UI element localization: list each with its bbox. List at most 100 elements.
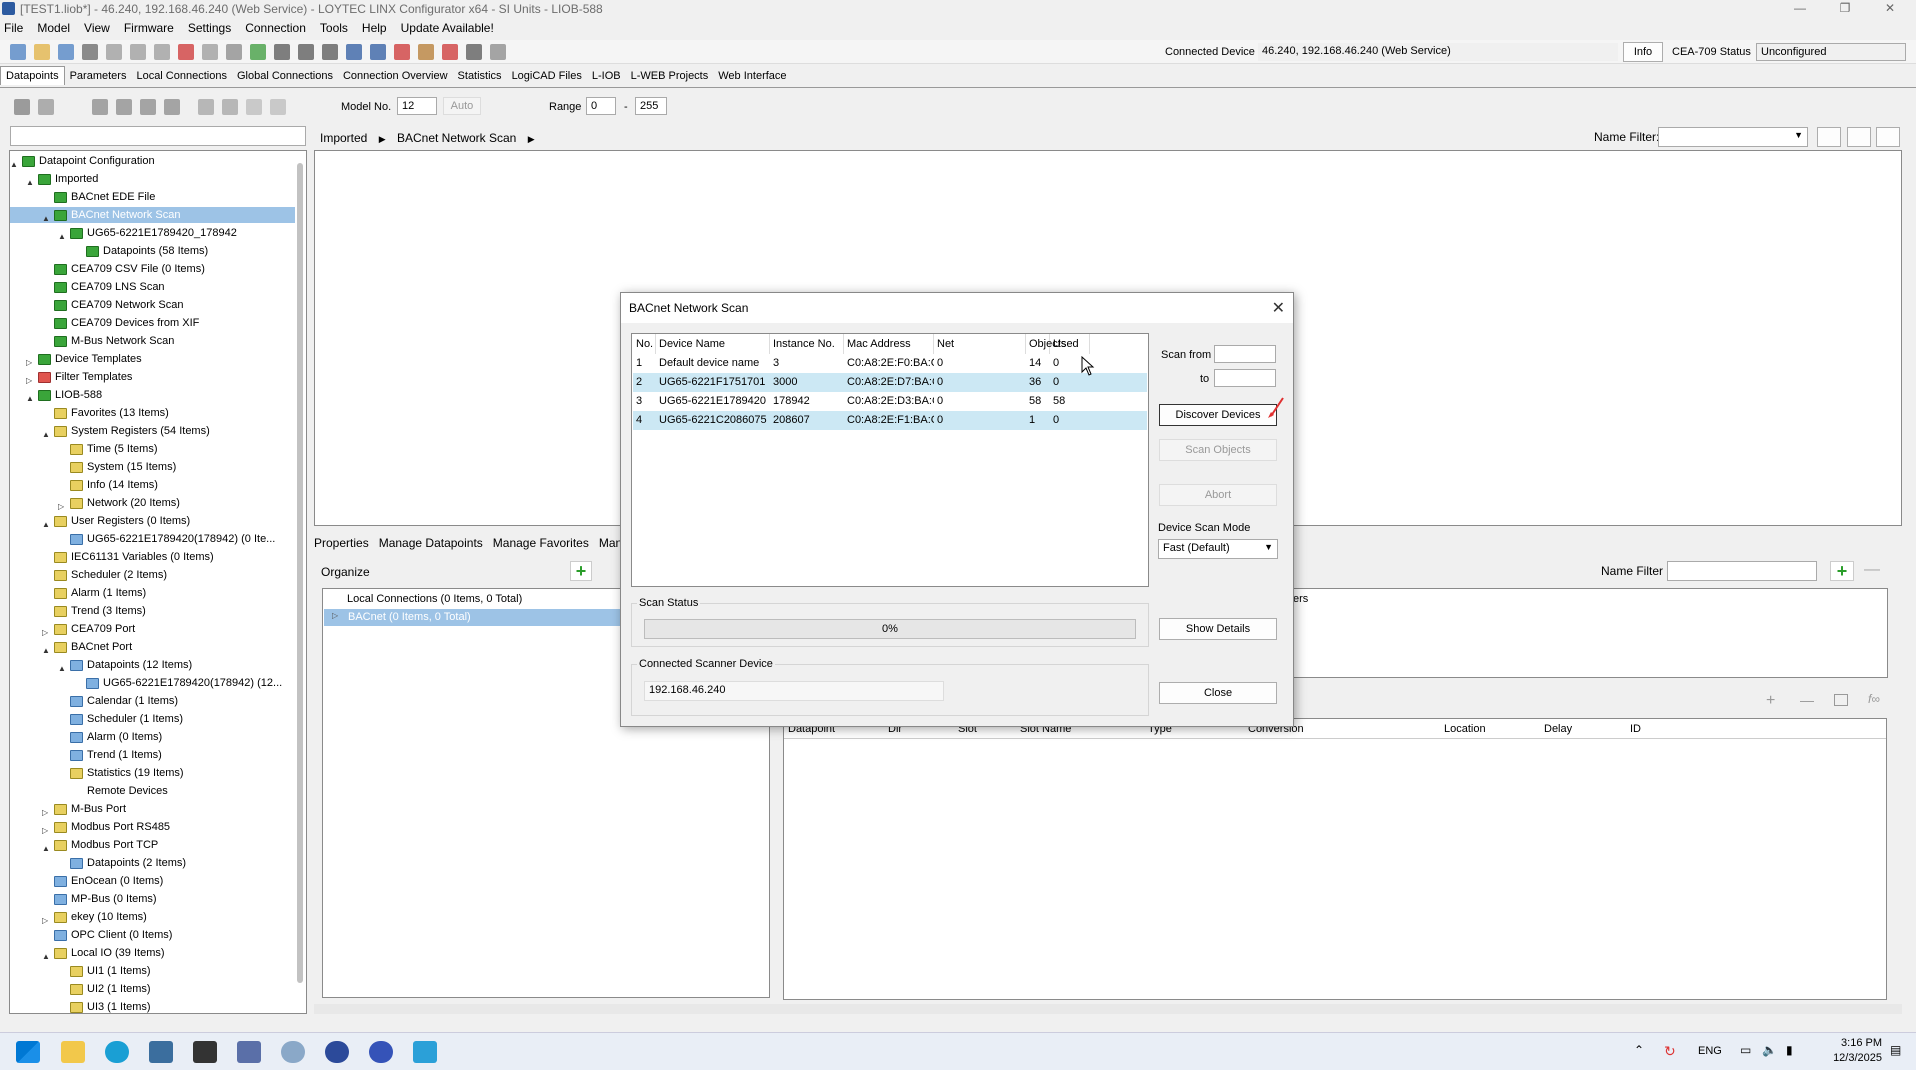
dialog-close-icon[interactable]: ✕: [1272, 298, 1285, 318]
toolbar-icon[interactable]: [274, 44, 290, 60]
tree-item[interactable]: ▷ Modbus Port RS485: [42, 819, 170, 835]
menu-item[interactable]: Help: [362, 18, 387, 38]
abort-button[interactable]: Abort: [1159, 484, 1277, 506]
tab-item[interactable]: Parameters: [65, 67, 132, 85]
grid-column-header[interactable]: Mac Address: [844, 334, 934, 354]
search-icon[interactable]: [281, 1041, 305, 1063]
tree-item[interactable]: ▷ Filter Templates: [26, 369, 132, 385]
toolbar-icon[interactable]: [370, 44, 386, 60]
tree-item[interactable]: ▲ User Registers (0 Items): [42, 513, 190, 529]
expand-arrow-icon[interactable]: ▷: [26, 355, 32, 371]
toolbar-icon[interactable]: [34, 44, 50, 60]
network-app-icon[interactable]: [325, 1041, 349, 1063]
expand-arrow-icon[interactable]: ▲: [42, 517, 50, 533]
tree-item[interactable]: Datapoints (2 Items): [70, 855, 186, 871]
menu-item[interactable]: Firmware: [124, 18, 174, 38]
toolbar-icon[interactable]: [442, 44, 458, 60]
datapoint-toolbar-icon[interactable]: [222, 99, 238, 115]
menu-item[interactable]: File: [4, 18, 23, 38]
bottom-tab[interactable]: Properties: [314, 536, 369, 550]
language-indicator[interactable]: ENG: [1698, 1045, 1722, 1057]
start-icon[interactable]: [16, 1041, 40, 1063]
toolbar-icon[interactable]: [490, 44, 506, 60]
dp-remove-icon[interactable]: —: [1800, 692, 1814, 708]
tree-item[interactable]: CEA709 Devices from XIF: [54, 315, 199, 331]
toolbar-icon[interactable]: [106, 44, 122, 60]
toolbar-icon[interactable]: [154, 44, 170, 60]
expand-arrow-icon[interactable]: ▲: [26, 391, 34, 407]
expand-arrow-icon[interactable]: ▲: [42, 427, 50, 443]
window-app-icon[interactable]: [413, 1041, 437, 1063]
tab-item[interactable]: Local Connections: [131, 67, 232, 85]
grid-column-header[interactable]: Used: [1050, 334, 1090, 354]
filter-settings-button[interactable]: [1847, 127, 1871, 147]
tree-item[interactable]: Favorites (13 Items): [54, 405, 169, 421]
menu-item[interactable]: View: [84, 18, 110, 38]
tree-item[interactable]: ▲ Datapoints (12 Items): [58, 657, 192, 673]
expand-arrow-icon[interactable]: ▲: [58, 661, 66, 677]
tree-item[interactable]: ▲ BACnet Port: [42, 639, 132, 655]
datapoint-column-header[interactable]: ID: [1630, 723, 1641, 735]
tree-search-input[interactable]: [10, 126, 306, 146]
toolbar-icon[interactable]: [250, 44, 266, 60]
expand-arrow-icon[interactable]: ▲: [10, 157, 18, 173]
volume-icon[interactable]: 🔈: [1762, 1043, 1777, 1057]
tree-item[interactable]: Scheduler (2 Items): [54, 567, 167, 583]
tree-item[interactable]: EnOcean (0 Items): [54, 873, 163, 889]
tree-item[interactable]: ▷ CEA709 Port: [42, 621, 135, 637]
scan-from-input[interactable]: [1214, 345, 1276, 363]
tab-item[interactable]: Statistics: [453, 67, 507, 85]
tree-item[interactable]: UI1 (1 Items): [70, 963, 151, 979]
range-from-input[interactable]: 0: [586, 97, 616, 115]
battery-icon[interactable]: ▮: [1786, 1043, 1793, 1057]
tab-item[interactable]: LogiCAD Files: [507, 67, 587, 85]
datapoint-toolbar-icon[interactable]: [140, 99, 156, 115]
tree-item[interactable]: Time (5 Items): [70, 441, 158, 457]
expand-arrow-icon[interactable]: ▷: [42, 805, 48, 821]
add-organize-button[interactable]: +: [570, 561, 592, 581]
expand-arrow-icon[interactable]: ▲: [26, 175, 34, 191]
expand-arrow-icon[interactable]: ▷: [26, 373, 32, 389]
tree-item[interactable]: UG65-6221E1789420(178942) (12...: [86, 675, 282, 691]
expand-arrow-icon[interactable]: ▷: [42, 625, 48, 641]
clock-date[interactable]: 12/3/2025: [1822, 1052, 1882, 1064]
tree-item[interactable]: ▲ LIOB-588: [26, 387, 102, 403]
bottom-tab[interactable]: Manage Favorites: [493, 536, 589, 550]
name-filter-select[interactable]: ▼: [1658, 127, 1808, 147]
scan-mode-select[interactable]: Fast (Default) ▼: [1158, 539, 1278, 559]
tree-item[interactable]: OPC Client (0 Items): [54, 927, 172, 943]
model-input[interactable]: 12: [397, 97, 437, 115]
tab-item[interactable]: L-IOB: [587, 67, 626, 85]
expand-arrow-icon[interactable]: ▷: [42, 913, 48, 929]
toolbar-icon[interactable]: [10, 44, 26, 60]
menu-item[interactable]: Tools: [320, 18, 348, 38]
tab-item[interactable]: Datapoints: [0, 66, 65, 85]
tree-item[interactable]: Calendar (1 Items): [70, 693, 178, 709]
linx-configurator-icon[interactable]: [149, 1041, 173, 1063]
function-icon[interactable]: f∞: [1868, 692, 1880, 706]
clock-time[interactable]: 3:16 PM: [1832, 1037, 1882, 1049]
remove-button[interactable]: —: [1860, 561, 1884, 581]
tree-item[interactable]: ▲ Imported: [26, 171, 98, 187]
tab-item[interactable]: Web Interface: [713, 67, 791, 85]
menu-item[interactable]: Model: [37, 18, 70, 38]
filter-button[interactable]: [1817, 127, 1841, 147]
toolbar-icon[interactable]: [226, 44, 242, 60]
info-button[interactable]: Info: [1623, 42, 1663, 62]
tree-item[interactable]: IEC61131 Variables (0 Items): [54, 549, 214, 565]
tree-item[interactable]: Datapoints (58 Items): [86, 243, 208, 259]
tree-item[interactable]: Trend (3 Items): [54, 603, 146, 619]
datapoint-toolbar-icon[interactable]: [92, 99, 108, 115]
datapoint-toolbar-icon[interactable]: [116, 99, 132, 115]
tree-item[interactable]: MP-Bus (0 Items): [54, 891, 157, 907]
toolbar-icon[interactable]: [394, 44, 410, 60]
datapoint-toolbar-icon[interactable]: [198, 99, 214, 115]
datapoint-toolbar-icon[interactable]: [164, 99, 180, 115]
grid-column-header[interactable]: Instance No.: [770, 334, 844, 354]
expand-arrow-icon[interactable]: ▲: [42, 949, 50, 965]
tree-item[interactable]: System (15 Items): [70, 459, 176, 475]
app-icon-3[interactable]: [237, 1041, 261, 1063]
close-button[interactable]: Close: [1159, 682, 1277, 704]
datapoint-column-header[interactable]: Location: [1444, 723, 1486, 735]
datapoint-toolbar-icon[interactable]: [38, 99, 54, 115]
